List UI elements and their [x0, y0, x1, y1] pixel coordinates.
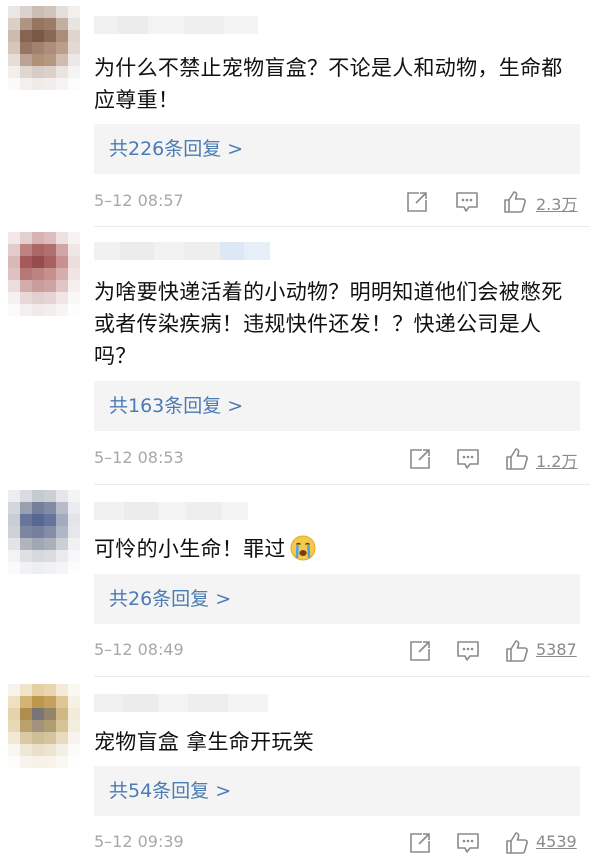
divider: [94, 676, 590, 677]
like-count[interactable]: 2.3万: [536, 191, 577, 215]
comment-text-content: 可怜的小生命！罪过: [94, 537, 286, 561]
comment-text: 为啥要快递活着的小动物？明明知道他们会被憋死或者传染疾病！违规快件还发！？快递公…: [94, 280, 563, 368]
share-icon[interactable]: [404, 189, 430, 215]
thumbs-up-icon[interactable]: [502, 189, 528, 215]
share-icon[interactable]: [407, 830, 433, 856]
thumbs-up-icon[interactable]: [504, 446, 530, 472]
reply-box: 共163条回复 >: [94, 381, 580, 431]
like-count[interactable]: 1.2万: [536, 448, 577, 472]
avatar[interactable]: [8, 684, 80, 768]
username-redacted[interactable]: [94, 242, 270, 260]
comment-icon[interactable]: [455, 830, 481, 856]
crying-face-emoji: [290, 535, 316, 561]
like-count[interactable]: 4539: [536, 832, 577, 851]
username-redacted[interactable]: [94, 16, 258, 34]
reply-box: 共226条回复 >: [94, 124, 580, 174]
view-replies-link[interactable]: 共226条回复 >: [109, 136, 243, 162]
comment-list: 为什么不禁止宠物盲盒？不论是人和动物，生命都应尊重！ 共226条回复 > 5–1…: [0, 0, 590, 861]
comment-text: 可怜的小生命！罪过: [94, 533, 574, 565]
share-icon[interactable]: [407, 638, 433, 664]
avatar[interactable]: [8, 6, 80, 90]
comment-time: 5–12 09:39: [94, 832, 184, 851]
comment-time: 5–12 08:53: [94, 448, 184, 467]
comment-icon[interactable]: [455, 638, 481, 664]
reply-box: 共54条回复 >: [94, 766, 580, 816]
view-replies-link[interactable]: 共54条回复 >: [109, 778, 231, 804]
thumbs-up-icon[interactable]: [504, 638, 530, 664]
comment-time: 5–12 08:57: [94, 191, 184, 210]
view-replies-link[interactable]: 共26条回复 >: [109, 586, 231, 612]
comment-time: 5–12 08:49: [94, 640, 184, 659]
divider: [94, 484, 590, 485]
comment-meta: 5–12 08:49 5387: [94, 638, 584, 664]
avatar[interactable]: [8, 232, 80, 316]
like-count[interactable]: 5387: [536, 640, 577, 659]
username-redacted[interactable]: [94, 694, 268, 712]
reply-box: 共26条回复 >: [94, 574, 580, 624]
divider: [94, 226, 590, 227]
comment-icon[interactable]: [454, 189, 480, 215]
comment-meta: 5–12 08:53 1.2万: [94, 446, 584, 472]
comment-meta: 5–12 09:39 4539: [94, 830, 584, 856]
comment-icon[interactable]: [455, 446, 481, 472]
comment-text: 为什么不禁止宠物盲盒？不论是人和动物，生命都应尊重！: [94, 56, 563, 112]
comment-text: 宠物盲盒 拿生命开玩笑: [94, 730, 314, 754]
avatar[interactable]: [8, 490, 80, 574]
share-icon[interactable]: [407, 446, 433, 472]
view-replies-link[interactable]: 共163条回复 >: [109, 393, 243, 419]
comment-meta: 5–12 08:57 2.3万: [94, 189, 584, 215]
username-redacted[interactable]: [94, 502, 248, 520]
thumbs-up-icon[interactable]: [504, 830, 530, 856]
